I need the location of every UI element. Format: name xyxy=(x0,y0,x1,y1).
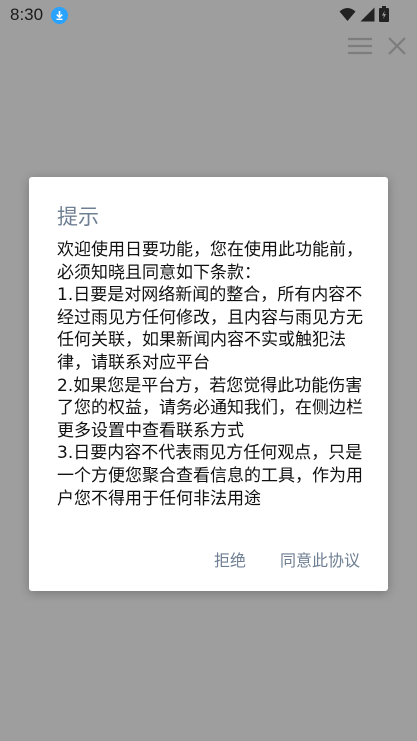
close-icon[interactable] xyxy=(387,36,407,56)
dialog-actions: 拒绝 同意此协议 xyxy=(214,547,360,571)
terms-dialog: 提示 欢迎使用日要功能，您在使用此功能前，必须知晓且同意如下条款： 1.日要是对… xyxy=(29,177,388,591)
signal-icon xyxy=(360,7,375,21)
wifi-icon xyxy=(339,7,356,21)
menu-icon[interactable] xyxy=(347,36,373,56)
dialog-title: 提示 xyxy=(57,205,99,229)
reject-button[interactable]: 拒绝 xyxy=(214,547,246,571)
status-icons xyxy=(339,6,389,22)
status-bar: 8:30 xyxy=(0,0,417,30)
agree-button[interactable]: 同意此协议 xyxy=(280,547,360,571)
top-actions xyxy=(347,36,407,56)
dialog-message: 欢迎使用日要功能，您在使用此功能前，必须知晓且同意如下条款： 1.日要是对网络新… xyxy=(57,240,363,509)
battery-icon xyxy=(379,6,389,22)
download-icon xyxy=(51,6,69,24)
status-time: 8:30 xyxy=(10,5,44,24)
